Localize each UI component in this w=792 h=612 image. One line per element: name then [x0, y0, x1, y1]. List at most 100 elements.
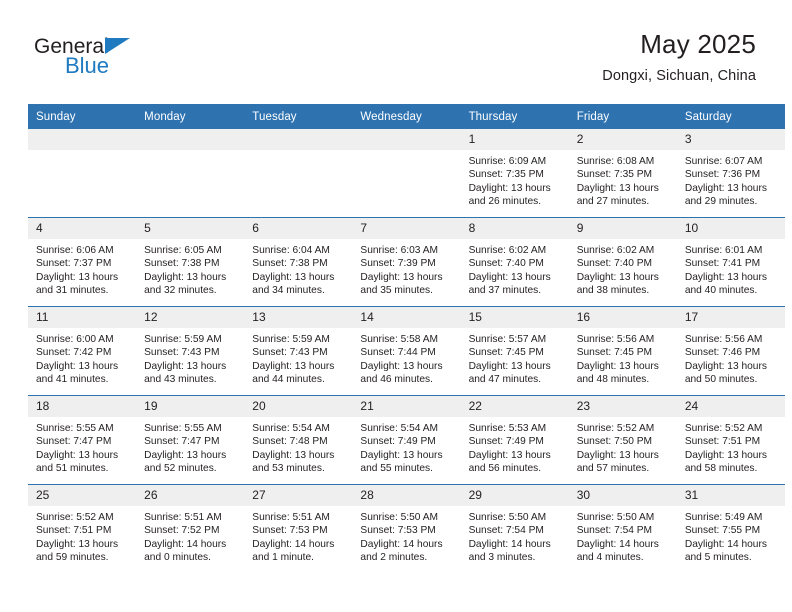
- daylight-text: Daylight: 13 hours: [576, 182, 659, 194]
- sunrise-text: Sunrise: 5:53 AM: [468, 423, 547, 434]
- calendar-day-cell[interactable]: 1 Sunrise: 6:09 AM Sunset: 7:35 PM Daylight…: [460, 129, 569, 218]
- daylight-text-cont: and 52 minutes.: [144, 463, 217, 475]
- calendar-day-cell-empty: [28, 129, 137, 218]
- sunrise-text: Sunrise: 5:52 AM: [36, 512, 114, 523]
- calendar-day-cell[interactable]: 5 Sunrise: 6:05 AM Sunset: 7:38 PM Daylight…: [136, 217, 245, 307]
- calendar-day-cell[interactable]: 22 Sunrise: 5:53 AM Sunset: 7:49 PM Dayligh…: [460, 395, 569, 485]
- daylight-text-cont: and 27 minutes.: [576, 196, 650, 208]
- day-details: Sunrise: 5:50 AM Sunset: 7:53 PM Daylight:…: [352, 506, 460, 565]
- sunrise-text: Sunrise: 5:52 AM: [684, 423, 763, 434]
- calendar-day-cell[interactable]: 24 Sunrise: 5:52 AM Sunset: 7:51 PM Dayligh…: [676, 395, 785, 485]
- day-details: Sunrise: 5:57 AM Sunset: 7:45 PM Daylight:…: [461, 328, 569, 387]
- calendar-day-cell[interactable]: 26 Sunrise: 5:51 AM Sunset: 7:52 PM Dayligh…: [136, 484, 245, 573]
- calendar-day-cell[interactable]: 30 Sunrise: 5:50 AM Sunset: 7:54 PM Dayligh…: [568, 484, 677, 573]
- calendar-day-cell-empty: [352, 129, 461, 218]
- sunrise-text: Sunrise: 5:54 AM: [360, 423, 439, 434]
- calendar-day-cell-empty: [136, 129, 245, 218]
- calendar-day-cell[interactable]: 3 Sunrise: 6:07 AM Sunset: 7:36 PM Daylight…: [676, 129, 785, 218]
- daylight-text: Daylight: 13 hours: [468, 182, 551, 194]
- calendar-day-cell[interactable]: 17 Sunrise: 5:56 AM Sunset: 7:46 PM Dayligh…: [676, 306, 785, 396]
- day-details: Sunrise: 5:59 AM Sunset: 7:43 PM Daylight:…: [244, 328, 352, 387]
- sunset-text: Sunset: 7:45 PM: [468, 347, 544, 359]
- daylight-text: Daylight: 13 hours: [36, 538, 119, 550]
- calendar-day-cell[interactable]: 4 Sunrise: 6:06 AM Sunset: 7:37 PM Daylight…: [28, 217, 137, 307]
- calendar-day-cell[interactable]: 9 Sunrise: 6:02 AM Sunset: 7:40 PM Daylight…: [568, 217, 677, 307]
- weekday-header-sunday: Sunday: [28, 104, 137, 129]
- day-details: Sunrise: 5:52 AM Sunset: 7:51 PM Daylight:…: [677, 417, 785, 476]
- daylight-text: Daylight: 13 hours: [360, 360, 443, 372]
- day-number: 25: [28, 485, 137, 506]
- sunset-text: Sunset: 7:54 PM: [576, 525, 653, 537]
- calendar-day-cell[interactable]: 15 Sunrise: 5:57 AM Sunset: 7:45 PM Dayligh…: [460, 306, 569, 396]
- calendar-day-cell[interactable]: 12 Sunrise: 5:59 AM Sunset: 7:43 PM Dayligh…: [136, 306, 245, 396]
- daylight-text-cont: and 48 minutes.: [576, 374, 650, 386]
- calendar-day-cell[interactable]: 16 Sunrise: 5:56 AM Sunset: 7:45 PM Dayligh…: [568, 306, 677, 396]
- day-details: Sunrise: 6:04 AM Sunset: 7:38 PM Daylight:…: [244, 239, 352, 298]
- daylight-text: Daylight: 13 hours: [684, 360, 767, 372]
- calendar-day-cell[interactable]: 11 Sunrise: 6:00 AM Sunset: 7:42 PM Dayligh…: [28, 306, 137, 396]
- daylight-text-cont: and 26 minutes.: [468, 196, 542, 208]
- daylight-text-cont: and 1 minute.: [252, 552, 315, 564]
- sunset-text: Sunset: 7:43 PM: [144, 347, 220, 359]
- brand-logo[interactable]: General Blue: [34, 34, 234, 86]
- sunset-text: Sunset: 7:54 PM: [468, 525, 544, 537]
- calendar-day-cell[interactable]: 19 Sunrise: 5:55 AM Sunset: 7:47 PM Dayligh…: [136, 395, 245, 485]
- calendar-day-cell[interactable]: 25 Sunrise: 5:52 AM Sunset: 7:51 PM Dayligh…: [28, 484, 137, 573]
- calendar-day-cell[interactable]: 8 Sunrise: 6:02 AM Sunset: 7:40 PM Daylight…: [460, 217, 569, 307]
- calendar-day-cell[interactable]: 23 Sunrise: 5:52 AM Sunset: 7:50 PM Dayligh…: [568, 395, 677, 485]
- sunrise-text: Sunrise: 6:00 AM: [36, 334, 114, 345]
- day-number: 5: [136, 218, 245, 239]
- calendar-day-cell[interactable]: 10 Sunrise: 6:01 AM Sunset: 7:41 PM Dayligh…: [676, 217, 785, 307]
- day-details: Sunrise: 6:07 AM Sunset: 7:36 PM Daylight:…: [677, 150, 785, 209]
- calendar-body: 1 Sunrise: 6:09 AM Sunset: 7:35 PM Daylight…: [28, 129, 785, 573]
- day-details: Sunrise: 5:49 AM Sunset: 7:55 PM Daylight:…: [677, 506, 785, 565]
- daylight-text: Daylight: 14 hours: [684, 538, 767, 550]
- daylight-text: Daylight: 13 hours: [576, 360, 659, 372]
- sunset-text: Sunset: 7:35 PM: [576, 169, 653, 181]
- day-details: Sunrise: 6:09 AM Sunset: 7:35 PM Daylight:…: [461, 150, 569, 209]
- sunrise-text: Sunrise: 5:56 AM: [576, 334, 655, 345]
- weekday-header-row: Sunday Monday Tuesday Wednesday Thursday Frid…: [28, 104, 785, 129]
- sunset-text: Sunset: 7:49 PM: [468, 436, 544, 448]
- calendar-day-cell[interactable]: 27 Sunrise: 5:51 AM Sunset: 7:53 PM Dayligh…: [244, 484, 353, 573]
- calendar-day-cell[interactable]: 21 Sunrise: 5:54 AM Sunset: 7:49 PM Dayligh…: [352, 395, 461, 485]
- sunrise-text: Sunrise: 5:58 AM: [360, 334, 439, 345]
- calendar-day-cell[interactable]: 31 Sunrise: 5:49 AM Sunset: 7:55 PM Dayligh…: [676, 484, 785, 573]
- daylight-text: Daylight: 13 hours: [684, 271, 767, 283]
- calendar-day-cell[interactable]: 2 Sunrise: 6:08 AM Sunset: 7:35 PM Daylight…: [568, 129, 677, 218]
- day-details: Sunrise: 6:02 AM Sunset: 7:40 PM Daylight:…: [569, 239, 677, 298]
- sunrise-text: Sunrise: 6:08 AM: [576, 156, 655, 167]
- calendar-week-row: 25 Sunrise: 5:52 AM Sunset: 7:51 PM Dayligh…: [28, 484, 785, 573]
- day-number: 30: [568, 485, 677, 506]
- daylight-text: Daylight: 13 hours: [252, 449, 335, 461]
- sunset-text: Sunset: 7:55 PM: [684, 525, 761, 537]
- sunset-text: Sunset: 7:43 PM: [252, 347, 328, 359]
- calendar-day-cell[interactable]: 28 Sunrise: 5:50 AM Sunset: 7:53 PM Dayligh…: [352, 484, 461, 573]
- day-number: 21: [352, 396, 461, 417]
- day-number: 14: [352, 307, 461, 328]
- day-number: 16: [568, 307, 677, 328]
- daylight-text: Daylight: 13 hours: [684, 449, 767, 461]
- calendar-day-cell[interactable]: 14 Sunrise: 5:58 AM Sunset: 7:44 PM Dayligh…: [352, 306, 461, 396]
- calendar-day-cell[interactable]: 18 Sunrise: 5:55 AM Sunset: 7:47 PM Dayligh…: [28, 395, 137, 485]
- day-number: 19: [136, 396, 245, 417]
- daylight-text-cont: and 50 minutes.: [684, 374, 758, 386]
- calendar-day-cell[interactable]: 29 Sunrise: 5:50 AM Sunset: 7:54 PM Dayligh…: [460, 484, 569, 573]
- calendar-day-cell[interactable]: 20 Sunrise: 5:54 AM Sunset: 7:48 PM Dayligh…: [244, 395, 353, 485]
- calendar-day-cell[interactable]: 13 Sunrise: 5:59 AM Sunset: 7:43 PM Dayligh…: [244, 306, 353, 396]
- sunset-text: Sunset: 7:49 PM: [360, 436, 436, 448]
- calendar-week-row: 11 Sunrise: 6:00 AM Sunset: 7:42 PM Dayligh…: [28, 306, 785, 396]
- sunset-text: Sunset: 7:53 PM: [252, 525, 328, 537]
- sunrise-text: Sunrise: 5:50 AM: [468, 512, 547, 523]
- daylight-text: Daylight: 13 hours: [144, 271, 227, 283]
- day-details: Sunrise: 5:50 AM Sunset: 7:54 PM Daylight:…: [461, 506, 569, 565]
- calendar-day-cell[interactable]: 6 Sunrise: 6:04 AM Sunset: 7:38 PM Daylight…: [244, 217, 353, 307]
- sunset-text: Sunset: 7:51 PM: [36, 525, 112, 537]
- sunrise-text: Sunrise: 5:51 AM: [144, 512, 222, 523]
- daylight-text-cont: and 55 minutes.: [360, 463, 433, 475]
- day-details: [28, 150, 136, 155]
- daylight-text-cont: and 34 minutes.: [252, 285, 325, 297]
- day-details: Sunrise: 5:50 AM Sunset: 7:54 PM Daylight:…: [569, 506, 677, 565]
- sunrise-text: Sunrise: 6:02 AM: [468, 245, 547, 256]
- calendar-day-cell[interactable]: 7 Sunrise: 6:03 AM Sunset: 7:39 PM Daylight…: [352, 217, 461, 307]
